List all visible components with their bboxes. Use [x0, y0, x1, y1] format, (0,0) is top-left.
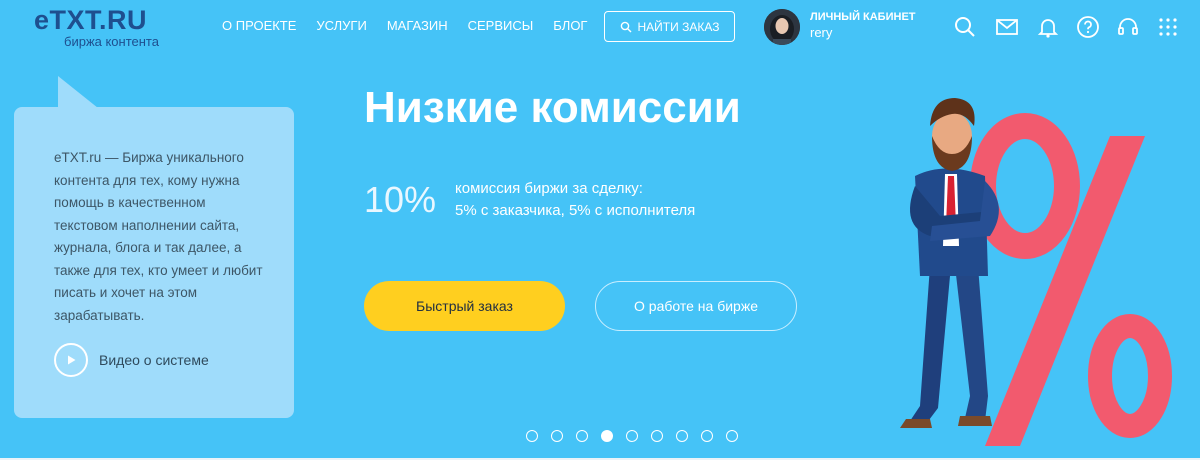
nav-tools[interactable]: Сервисы — [468, 18, 534, 34]
slider-dot-7[interactable] — [676, 430, 688, 442]
mail-icon[interactable] — [995, 15, 1019, 39]
cabinet-title[interactable]: Личный кабинет — [810, 11, 916, 24]
slider-dot-2[interactable] — [551, 430, 563, 442]
search-icon[interactable] — [953, 15, 977, 39]
username[interactable]: rery — [810, 25, 832, 40]
businessman-percent-illustration — [900, 98, 1172, 446]
commission-line-2: 5% с заказчика, 5% с исполнителя — [455, 202, 696, 219]
commission-description: комиссия биржи за сделку: 5% с заказчика… — [455, 178, 695, 222]
video-link[interactable]: Видео о системе — [54, 343, 209, 377]
headset-icon[interactable] — [1116, 15, 1140, 39]
site-logo[interactable]: eTXT.RU биржа контента — [34, 5, 204, 49]
bell-icon[interactable] — [1036, 15, 1060, 39]
slider-dot-6[interactable] — [651, 430, 663, 442]
video-label: Видео о системе — [99, 352, 209, 368]
commission-percent: 10% — [364, 179, 437, 220]
nav-services[interactable]: Услуги — [316, 18, 366, 34]
avatar[interactable] — [764, 9, 800, 45]
slider-dot-8[interactable] — [701, 430, 713, 442]
search-small-icon — [620, 21, 632, 32]
logo-text: eTXT.RU — [34, 5, 148, 35]
hero-title: Низкие комиссии — [364, 83, 741, 132]
play-icon[interactable] — [54, 343, 88, 377]
commission-line-1: комиссия биржи за сделку: — [455, 180, 643, 197]
nav-shop[interactable]: Магазин — [387, 18, 448, 34]
hero-banner: eTXT.ru — Биржа уникального контента для… — [0, 56, 1200, 460]
find-order-button[interactable]: Найти заказ — [604, 11, 735, 42]
bubble-description: eTXT.ru — Биржа уникального контента для… — [54, 150, 263, 323]
nav-about[interactable]: О проекте — [222, 18, 296, 34]
logo-subtitle: биржа контента — [64, 34, 159, 49]
bubble-tail — [58, 76, 98, 108]
quick-order-button[interactable]: Быстрый заказ — [364, 281, 565, 331]
main-nav: О проекте Услуги Магазин Сервисы Блог — [222, 18, 607, 34]
slider-dots — [526, 430, 738, 442]
find-order-label: Найти заказ — [637, 19, 720, 34]
slider-dot-4[interactable] — [601, 430, 613, 442]
percent-sign-icon — [970, 113, 1172, 446]
grid-menu-icon[interactable] — [1156, 15, 1180, 39]
slider-dot-5[interactable] — [626, 430, 638, 442]
slider-dot-3[interactable] — [576, 430, 588, 442]
help-icon[interactable] — [1076, 15, 1100, 39]
info-bubble: eTXT.ru — Биржа уникального контента для… — [14, 107, 294, 418]
nav-blog[interactable]: Блог — [553, 18, 587, 34]
slider-dot-9[interactable] — [726, 430, 738, 442]
top-header: eTXT.RU биржа контента О проекте Услуги … — [0, 0, 1200, 56]
about-exchange-button[interactable]: О работе на бирже — [595, 281, 797, 331]
slider-dot-1[interactable] — [526, 430, 538, 442]
